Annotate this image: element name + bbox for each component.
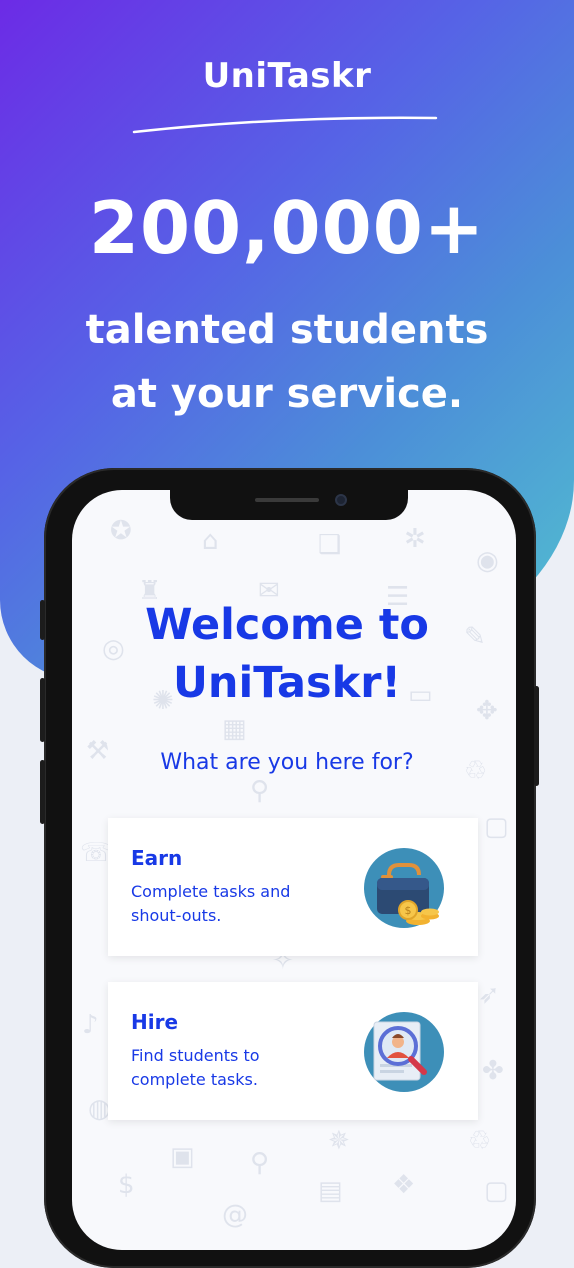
earn-card-title: Earn: [131, 846, 183, 870]
magnifier-doodle-icon: ⚲: [250, 1148, 270, 1178]
student-count: 200,000+: [88, 186, 486, 270]
hire-card-title: Hire: [131, 1010, 179, 1034]
photoshop-doodle-icon: ▢: [484, 812, 509, 842]
compass-doodle-icon: ✵: [328, 1126, 350, 1156]
at-sign-doodle-icon: @: [222, 1200, 248, 1230]
front-camera: [335, 494, 347, 506]
music-doodle-icon: ♪: [82, 1010, 99, 1040]
password-doodle-icon: ▤: [318, 1176, 343, 1206]
swoosh-underline: [132, 116, 438, 134]
tagline-line-2: at your service.: [110, 371, 464, 417]
photoshop-doodle-icon-2: ▢: [484, 1176, 509, 1206]
handshake-doodle-icon-2: ♲: [468, 1126, 492, 1156]
calendar-doodle-icon: ▦: [222, 714, 247, 744]
image-doodle-icon: ▣: [170, 1142, 195, 1172]
briefcase-coins-icon: $: [364, 848, 444, 928]
student-search-icon: [364, 1012, 444, 1092]
hire-card[interactable]: Hire Find students to complete tasks.: [108, 982, 478, 1120]
building-doodle-icon: ⌂: [202, 526, 219, 556]
trophy-doodle-icon: ✪: [110, 516, 132, 546]
earn-card-description: Complete tasks and shout-outs.: [131, 882, 291, 925]
search-doodle-icon: ⚲: [250, 776, 270, 806]
book-doodle-icon: ❑: [318, 530, 342, 560]
camera-doodle-icon: ◉: [476, 546, 499, 576]
welcome-line-2: UniTaskr!: [172, 658, 402, 708]
earn-card[interactable]: Earn Complete tasks and shout-outs. $: [108, 818, 478, 956]
network-doodle-icon: ❖: [392, 1170, 416, 1200]
phone-notch: [170, 490, 408, 520]
gear-doodle-icon: ✲: [404, 524, 426, 554]
role-question: What are you here for?: [160, 750, 414, 775]
tagline: talented students at your service.: [0, 298, 574, 426]
svg-text:$: $: [405, 904, 412, 917]
welcome-line-1: Welcome to: [145, 600, 429, 650]
hire-card-description: Find students to complete tasks.: [131, 1046, 260, 1089]
rocket-doodle-icon: ➶: [478, 980, 500, 1010]
chart-doodle-icon: ✤: [482, 1056, 504, 1086]
brand-logo-text: UniTaskr: [202, 56, 372, 96]
welcome-heading: Welcome to UniTaskr!: [0, 596, 574, 712]
tagline-line-1: talented students: [85, 307, 489, 353]
phone-speaker: [255, 498, 319, 502]
dollar-doodle-icon: $: [118, 1170, 135, 1200]
